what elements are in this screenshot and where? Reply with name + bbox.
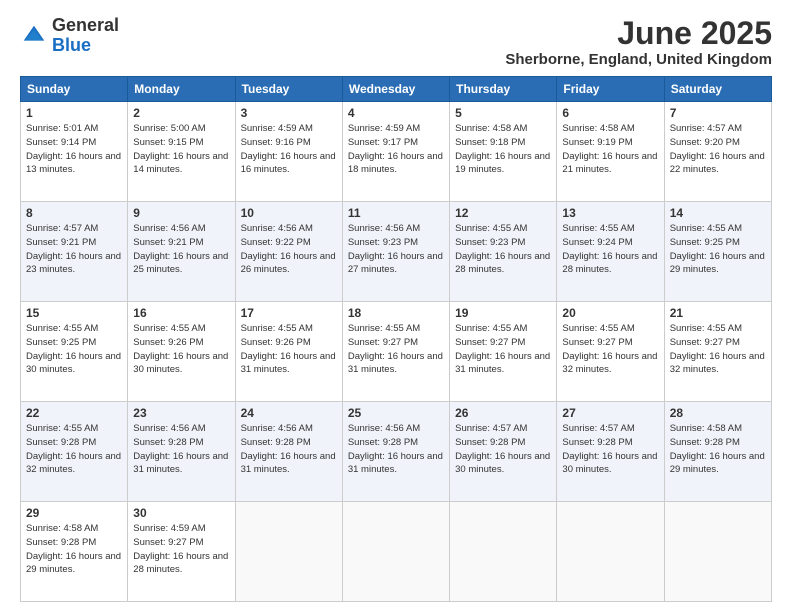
empty-cell	[557, 502, 664, 602]
table-row: 22 Sunrise: 4:55 AMSunset: 9:28 PMDaylig…	[21, 402, 128, 502]
col-monday: Monday	[128, 77, 235, 102]
table-row: 1 Sunrise: 5:01 AMSunset: 9:14 PMDayligh…	[21, 102, 128, 202]
table-row: 10 Sunrise: 4:56 AMSunset: 9:22 PMDaylig…	[235, 202, 342, 302]
month-title: June 2025	[505, 16, 772, 51]
table-row: 7 Sunrise: 4:57 AMSunset: 9:20 PMDayligh…	[664, 102, 771, 202]
table-row: 23 Sunrise: 4:56 AMSunset: 9:28 PMDaylig…	[128, 402, 235, 502]
table-row: 28 Sunrise: 4:58 AMSunset: 9:28 PMDaylig…	[664, 402, 771, 502]
col-friday: Friday	[557, 77, 664, 102]
location: Sherborne, England, United Kingdom	[505, 51, 772, 68]
col-thursday: Thursday	[450, 77, 557, 102]
calendar-week-row: 29 Sunrise: 4:58 AMSunset: 9:28 PMDaylig…	[21, 502, 772, 602]
table-row: 11 Sunrise: 4:56 AMSunset: 9:23 PMDaylig…	[342, 202, 449, 302]
page-header: General Blue June 2025 Sherborne, Englan…	[20, 16, 772, 68]
table-row: 3 Sunrise: 4:59 AMSunset: 9:16 PMDayligh…	[235, 102, 342, 202]
table-row: 15 Sunrise: 4:55 AMSunset: 9:25 PMDaylig…	[21, 302, 128, 402]
table-row: 29 Sunrise: 4:58 AMSunset: 9:28 PMDaylig…	[21, 502, 128, 602]
calendar-week-row: 1 Sunrise: 5:01 AMSunset: 9:14 PMDayligh…	[21, 102, 772, 202]
table-row: 18 Sunrise: 4:55 AMSunset: 9:27 PMDaylig…	[342, 302, 449, 402]
table-row: 9 Sunrise: 4:56 AMSunset: 9:21 PMDayligh…	[128, 202, 235, 302]
table-row: 6 Sunrise: 4:58 AMSunset: 9:19 PMDayligh…	[557, 102, 664, 202]
col-saturday: Saturday	[664, 77, 771, 102]
table-row: 25 Sunrise: 4:56 AMSunset: 9:28 PMDaylig…	[342, 402, 449, 502]
calendar-week-row: 22 Sunrise: 4:55 AMSunset: 9:28 PMDaylig…	[21, 402, 772, 502]
logo: General Blue	[20, 16, 119, 56]
col-tuesday: Tuesday	[235, 77, 342, 102]
table-row: 12 Sunrise: 4:55 AMSunset: 9:23 PMDaylig…	[450, 202, 557, 302]
table-row: 5 Sunrise: 4:58 AMSunset: 9:18 PMDayligh…	[450, 102, 557, 202]
calendar-week-row: 15 Sunrise: 4:55 AMSunset: 9:25 PMDaylig…	[21, 302, 772, 402]
logo-text: General Blue	[52, 16, 119, 56]
table-row: 19 Sunrise: 4:55 AMSunset: 9:27 PMDaylig…	[450, 302, 557, 402]
table-row: 8 Sunrise: 4:57 AMSunset: 9:21 PMDayligh…	[21, 202, 128, 302]
empty-cell	[342, 502, 449, 602]
empty-cell	[235, 502, 342, 602]
empty-cell	[664, 502, 771, 602]
table-row: 14 Sunrise: 4:55 AMSunset: 9:25 PMDaylig…	[664, 202, 771, 302]
calendar-table: Sunday Monday Tuesday Wednesday Thursday…	[20, 76, 772, 602]
table-row: 27 Sunrise: 4:57 AMSunset: 9:28 PMDaylig…	[557, 402, 664, 502]
table-row: 13 Sunrise: 4:55 AMSunset: 9:24 PMDaylig…	[557, 202, 664, 302]
table-row: 17 Sunrise: 4:55 AMSunset: 9:26 PMDaylig…	[235, 302, 342, 402]
table-row: 4 Sunrise: 4:59 AMSunset: 9:17 PMDayligh…	[342, 102, 449, 202]
table-row: 30 Sunrise: 4:59 AMSunset: 9:27 PMDaylig…	[128, 502, 235, 602]
table-row: 2 Sunrise: 5:00 AMSunset: 9:15 PMDayligh…	[128, 102, 235, 202]
col-wednesday: Wednesday	[342, 77, 449, 102]
title-block: June 2025 Sherborne, England, United Kin…	[505, 16, 772, 68]
empty-cell	[450, 502, 557, 602]
logo-icon	[20, 22, 48, 50]
calendar-week-row: 8 Sunrise: 4:57 AMSunset: 9:21 PMDayligh…	[21, 202, 772, 302]
table-row: 16 Sunrise: 4:55 AMSunset: 9:26 PMDaylig…	[128, 302, 235, 402]
table-row: 24 Sunrise: 4:56 AMSunset: 9:28 PMDaylig…	[235, 402, 342, 502]
calendar-header-row: Sunday Monday Tuesday Wednesday Thursday…	[21, 77, 772, 102]
table-row: 26 Sunrise: 4:57 AMSunset: 9:28 PMDaylig…	[450, 402, 557, 502]
table-row: 20 Sunrise: 4:55 AMSunset: 9:27 PMDaylig…	[557, 302, 664, 402]
table-row: 21 Sunrise: 4:55 AMSunset: 9:27 PMDaylig…	[664, 302, 771, 402]
col-sunday: Sunday	[21, 77, 128, 102]
